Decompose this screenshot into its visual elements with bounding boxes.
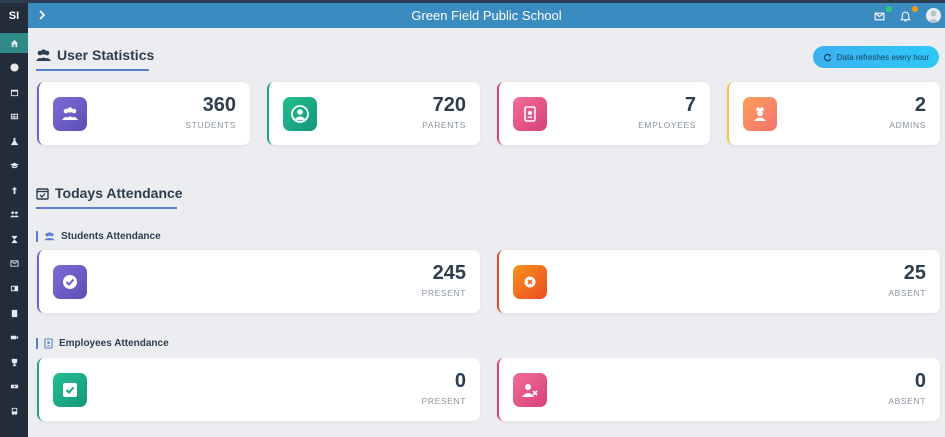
- notification-badge: [912, 6, 918, 12]
- stat-card-admins[interactable]: 2 ADMINS: [727, 82, 940, 145]
- absent-count: 0: [914, 370, 926, 392]
- check-circle-icon: [53, 265, 87, 299]
- employees-attendance-heading: Employees Attendance: [36, 338, 169, 349]
- absent-count: 25: [903, 262, 926, 284]
- trophy-icon[interactable]: [0, 352, 28, 372]
- hourglass-icon[interactable]: [0, 229, 28, 249]
- stat-label: PARENTS: [422, 120, 466, 130]
- stat-card-parents[interactable]: 720 PARENTS: [267, 82, 480, 145]
- heading-underline: [36, 207, 177, 209]
- stat-card-students[interactable]: 360 STUDENTS: [37, 82, 250, 145]
- times-circle-icon: [513, 265, 547, 299]
- notifications-button[interactable]: [899, 6, 918, 23]
- stat-label: STUDENTS: [185, 120, 236, 130]
- calendar-check-icon: [36, 187, 49, 200]
- sidebar: SI: [0, 3, 28, 437]
- employees-present-card[interactable]: 0 PRESENT: [37, 358, 480, 421]
- app-logo[interactable]: SI: [0, 5, 28, 27]
- stat-label: EMPLOYEES: [638, 120, 696, 130]
- employees-absent-card[interactable]: 0 ABSENT: [497, 358, 940, 421]
- students-attendance-heading: Students Attendance: [36, 231, 161, 242]
- school-title: Green Field Public School: [411, 8, 562, 23]
- stat-card-employees[interactable]: 7 EMPLOYEES: [497, 82, 710, 145]
- sync-icon: [823, 53, 831, 61]
- students-present-card[interactable]: 245 PRESENT: [37, 250, 480, 313]
- top-header: Green Field Public School: [28, 3, 945, 28]
- accent-bar: [36, 231, 38, 242]
- envelope-icon[interactable]: [0, 253, 28, 273]
- id-card-icon[interactable]: [0, 278, 28, 298]
- present-count: 245: [432, 262, 466, 284]
- envelope-icon: [874, 12, 885, 21]
- subsection-title: Students Attendance: [61, 231, 161, 242]
- user-secret-icon: [743, 97, 777, 131]
- bus-icon[interactable]: [0, 401, 28, 421]
- stat-value: 7: [684, 94, 696, 116]
- users-icon: [53, 97, 87, 131]
- users-icon: [44, 232, 55, 241]
- graduation-cap-icon[interactable]: [0, 155, 28, 175]
- video-icon[interactable]: [0, 327, 28, 347]
- stat-value: 360: [202, 94, 236, 116]
- user-icon: [928, 10, 939, 23]
- present-count: 0: [454, 370, 466, 392]
- absent-label: ABSENT: [888, 396, 926, 406]
- attendance-heading: Todays Attendance: [36, 185, 183, 201]
- user-avatar[interactable]: [926, 8, 941, 23]
- upload-icon[interactable]: [0, 180, 28, 200]
- students-absent-card[interactable]: 25 ABSENT: [497, 250, 940, 313]
- flask-icon[interactable]: [0, 131, 28, 151]
- heading-underline: [36, 69, 149, 71]
- id-badge-icon: [44, 338, 53, 349]
- refresh-badge[interactable]: Data refreshes every hour: [813, 46, 939, 68]
- section-title: User Statistics: [57, 47, 155, 63]
- book-icon[interactable]: [0, 303, 28, 323]
- bell-icon: [899, 11, 912, 22]
- user-statistics-heading: User Statistics: [36, 47, 154, 63]
- check-square-icon: [53, 373, 87, 407]
- table-icon[interactable]: [0, 106, 28, 126]
- present-label: PRESENT: [421, 396, 466, 406]
- user-circle-icon: [283, 97, 317, 131]
- refresh-note: Data refreshes every hour: [836, 52, 930, 62]
- subsection-title: Employees Attendance: [59, 338, 169, 349]
- section-title: Todays Attendance: [55, 185, 183, 201]
- accent-bar: [36, 338, 38, 349]
- stat-label: ADMINS: [889, 120, 926, 130]
- stat-value: 2: [914, 94, 926, 116]
- mail-button[interactable]: [874, 6, 892, 23]
- money-icon[interactable]: [0, 376, 28, 396]
- absent-label: ABSENT: [888, 288, 926, 298]
- circle-icon[interactable]: [0, 57, 28, 77]
- present-label: PRESENT: [421, 288, 466, 298]
- users-icon[interactable]: [0, 204, 28, 224]
- stat-value: 720: [432, 94, 466, 116]
- user-times-icon: [513, 373, 547, 407]
- mail-badge: [886, 6, 892, 12]
- users-icon: [36, 48, 51, 61]
- calendar-icon[interactable]: [0, 82, 28, 102]
- id-badge-icon: [513, 97, 547, 131]
- dashboard-icon[interactable]: [0, 33, 28, 53]
